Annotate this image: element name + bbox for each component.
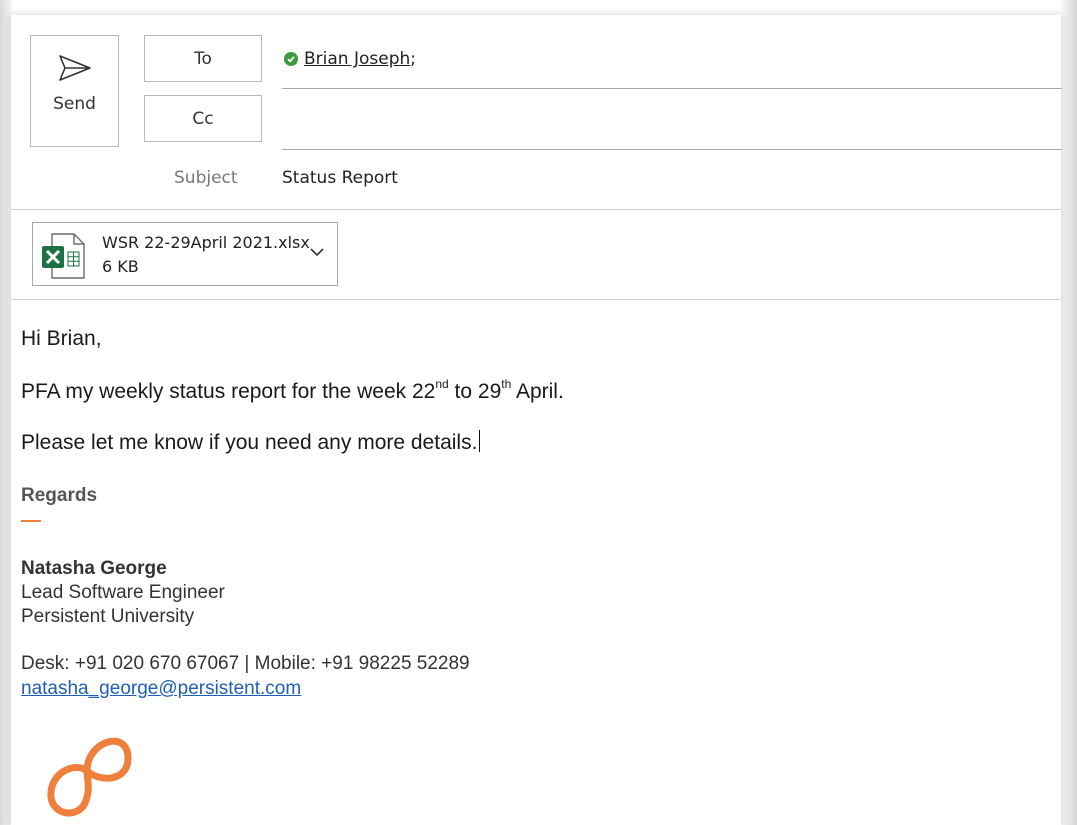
- send-button[interactable]: Send: [30, 35, 119, 147]
- attachment-card[interactable]: WSR 22-29April 2021.xlsx 6 KB: [32, 222, 338, 286]
- signature-company: Persistent University: [21, 606, 195, 627]
- cc-button[interactable]: Cc: [144, 95, 262, 142]
- to-field[interactable]: Brian Joseph;: [284, 49, 416, 69]
- greeting-line: Hi Brian,: [21, 327, 102, 350]
- to-underline: [282, 88, 1062, 89]
- signature-phones: Desk: +91 020 670 67067 | Mobile: +91 98…: [21, 653, 470, 674]
- ordinal-nd: nd: [435, 377, 449, 391]
- recipient-separator: ;: [410, 49, 417, 69]
- regards-heading: Regards: [21, 485, 98, 506]
- subject-field[interactable]: Status Report: [282, 168, 398, 188]
- compose-window: Send To Cc Brian Joseph; Subject Status …: [11, 15, 1062, 825]
- signature-accent: [21, 520, 41, 522]
- check-icon: [284, 52, 298, 66]
- chevron-down-icon[interactable]: [310, 248, 324, 257]
- ordinal-th: th: [501, 377, 512, 391]
- excel-file-icon: [42, 233, 85, 279]
- subject-label: Subject: [174, 168, 238, 188]
- details-text: Please let me know if you need any more …: [21, 431, 478, 454]
- attachment-filename: WSR 22-29April 2021.xlsx: [102, 233, 310, 252]
- signature-email-link[interactable]: natasha_george@persistent.com: [21, 678, 301, 700]
- report-text-3: April.: [511, 380, 564, 403]
- report-text-2: to 29: [448, 380, 502, 403]
- cc-field[interactable]: [282, 149, 1062, 150]
- recipient-name[interactable]: Brian Joseph: [304, 49, 410, 69]
- attachment-size: 6 KB: [102, 257, 139, 276]
- report-line: PFA my weekly status report for the week…: [21, 377, 564, 404]
- header-divider: [11, 209, 1061, 210]
- details-line: Please let me know if you need any more …: [21, 430, 481, 455]
- signature-title: Lead Software Engineer: [21, 582, 225, 603]
- send-label: Send: [53, 94, 96, 114]
- signature-name: Natasha George: [21, 558, 167, 579]
- send-icon: [58, 55, 91, 81]
- body-divider: [11, 299, 1061, 300]
- text-cursor: [479, 430, 481, 452]
- persistent-logo: [47, 737, 132, 817]
- to-button[interactable]: To: [144, 35, 262, 82]
- report-text-1: PFA my weekly status report for the week…: [21, 380, 436, 403]
